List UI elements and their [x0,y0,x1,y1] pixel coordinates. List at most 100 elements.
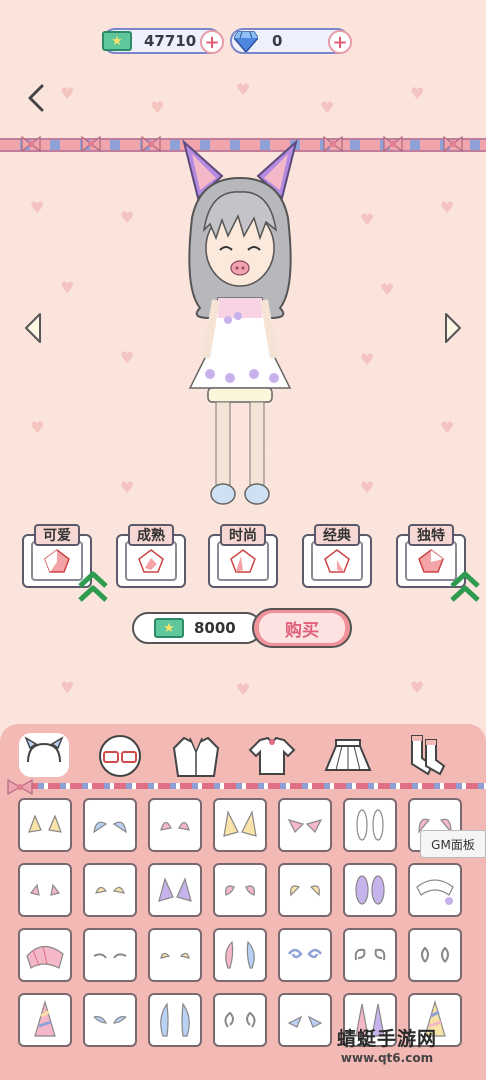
character-avatar [182,139,298,505]
wing-ears-item-icon [93,1016,127,1024]
heart-decor-icon: ♥ [440,198,455,217]
tab-jacket[interactable] [166,729,226,781]
item-cell[interactable] [343,863,397,917]
item-cell[interactable] [343,928,397,982]
item-cell[interactable] [213,993,267,1047]
style-stat-fashion: 时尚 [208,524,278,588]
purple-ears-item-icon [158,877,192,902]
item-cell[interactable] [18,928,72,982]
item-cell[interactable] [213,928,267,982]
bow-icon [383,135,403,153]
skirt-icon [324,739,372,771]
shirt-icon [248,736,296,775]
item-cell[interactable] [278,863,332,917]
heart-decor-icon: ♥ [60,84,75,103]
lavender-bunny-ears-item-icon [355,875,385,905]
item-cell[interactable] [83,798,137,852]
heart-decor-icon: ♥ [360,350,375,369]
small-ears-item-icon [160,821,190,831]
item-cell[interactable] [148,798,202,852]
price-display: ★ 8000 [132,612,262,644]
heart-decor-icon: ♥ [360,478,375,497]
heart-decor-icon: ♥ [410,84,425,103]
pentagon-icon [418,549,444,573]
item-cell[interactable] [18,993,72,1047]
style-stat-mature: 成熟 [116,524,186,588]
style-label: 成熟 [128,524,174,546]
socks-icon [411,735,446,776]
round-ears-item-icon [93,821,127,834]
tab-shirt[interactable] [242,729,302,781]
glasses-icon [99,735,141,777]
feather-ears-item-icon [93,953,127,959]
heart-decor-icon: ♥ [150,98,165,117]
gm-panel-button[interactable]: GM面板 [420,830,486,858]
mini-ears-item-icon [95,886,125,894]
style-label: 经典 [314,524,360,546]
cash-value: 47710 [144,32,197,50]
tab-socks[interactable] [394,729,454,781]
item-cell[interactable] [83,993,137,1047]
next-arrow-icon[interactable] [442,312,464,344]
striped-hat-item-icon [26,945,64,969]
heart-decor-icon: ♥ [120,348,135,367]
back-button[interactable] [22,82,50,114]
watermark-name: 蜻蜓手游网 [336,1028,437,1050]
add-cash-button[interactable]: + [200,30,224,54]
heart-decor-icon: ♥ [30,418,45,437]
item-cell[interactable] [148,928,202,982]
heart-decor-icon: ♥ [60,278,75,297]
add-gem-button[interactable]: + [328,30,352,54]
heart-decor-icon: ♥ [60,678,75,697]
item-cell[interactable] [213,863,267,917]
pentagon-icon [44,549,70,573]
item-cell[interactable] [148,993,202,1047]
category-tabs [0,724,486,786]
swirl-horns-item-icon [225,940,255,969]
style-label: 可爱 [34,524,80,546]
buy-button[interactable]: 购买 [252,608,352,648]
tab-glasses[interactable] [90,729,150,781]
tiny-ears-item-icon [29,883,61,896]
tab-ears[interactable] [14,729,74,781]
tall-horns-item-icon [160,1002,190,1037]
curl-horns-item-icon [354,948,386,961]
bunny-ears-item-icon [356,809,384,841]
item-grid [18,798,478,1047]
pointed-ears-item-icon [287,819,323,834]
item-cell[interactable] [343,798,397,852]
item-cell[interactable] [18,798,72,852]
heart-decor-icon: ♥ [440,418,455,437]
item-cell[interactable] [278,928,332,982]
cap-item-icon [416,879,454,905]
heart-decor-icon: ♥ [30,198,45,217]
cat-ears-item-icon [28,814,62,833]
heart-decor-icon: ♥ [236,680,251,699]
item-cell[interactable] [83,863,137,917]
item-cell[interactable] [408,928,462,982]
panel-ribbon [26,783,486,789]
heart-decor-icon: ♥ [380,280,395,299]
item-cell[interactable] [148,863,202,917]
item-cell[interactable] [278,798,332,852]
style-label: 独特 [408,524,454,546]
item-cell[interactable] [83,928,137,982]
item-cell[interactable] [408,863,462,917]
item-cell[interactable] [213,798,267,852]
heart-decor-icon: ♥ [236,80,251,99]
cash-icon: ★ [102,31,132,51]
pentagon-icon [324,549,350,573]
bow-icon [21,135,41,153]
pentagon-icon [138,549,164,573]
watermark-url: www.qt6.com [340,1051,434,1065]
heart-decor-icon: ♥ [320,98,335,117]
gem-counter: 0 + [230,28,352,54]
gem-value: 0 [272,32,283,50]
style-stat-classic: 经典 [302,524,372,588]
pentagon-icon [230,549,256,573]
item-cell[interactable] [18,863,72,917]
bow-icon [141,135,161,153]
previous-arrow-icon[interactable] [22,312,44,344]
fox-ears-item-icon [223,810,257,837]
tab-skirt[interactable] [318,729,378,781]
